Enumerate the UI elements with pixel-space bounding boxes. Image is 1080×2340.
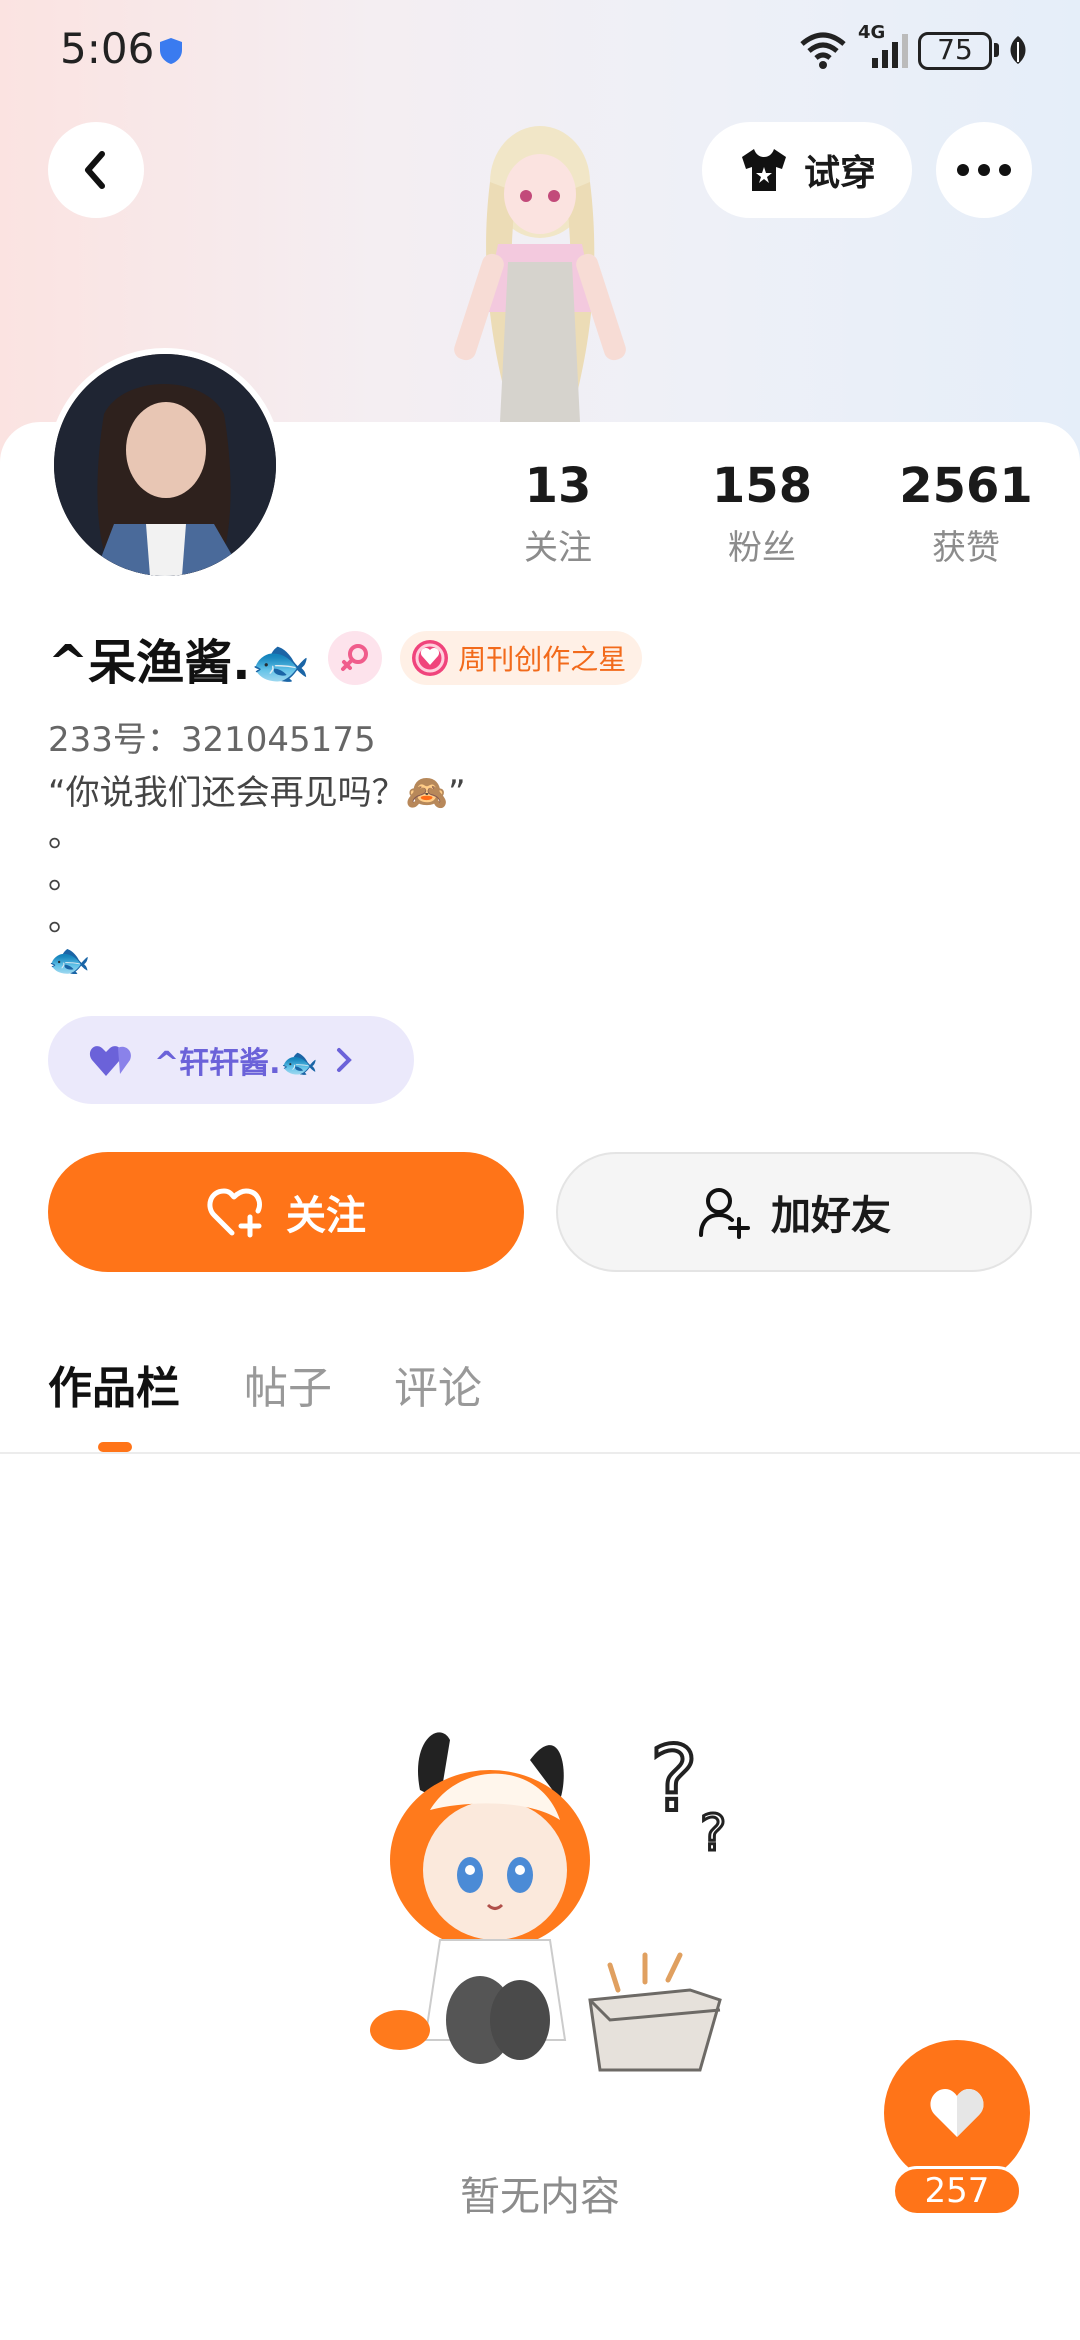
avatar-3d-figure (454, 126, 626, 422)
stat-label: 关注 (524, 528, 592, 568)
user-name: ^呆渔酱.🐟 (48, 635, 311, 691)
tab-works[interactable]: 作品栏 (48, 1352, 180, 1416)
stat-label: 粉丝 (728, 528, 796, 568)
shield-icon (160, 38, 182, 64)
user-bio: “你说我们还会再见吗？🙈” 。 。 。 🐟 (48, 772, 1028, 982)
follow-label: 关注 (286, 1193, 366, 1239)
creator-star-badge[interactable]: 周刊创作之星 (400, 631, 643, 685)
tab-posts[interactable]: 帖子 (244, 1352, 332, 1416)
stat-value: 2561 (899, 458, 1033, 514)
try-on-button[interactable]: 试穿 (702, 122, 912, 218)
try-on-label: 试穿 (803, 153, 876, 194)
battery-tip (994, 43, 999, 57)
cp-partner-link[interactable]: ^轩轩酱.🐟 (48, 1016, 414, 1104)
signal-icon (872, 34, 908, 68)
heart-icon (930, 2089, 984, 2137)
female-icon (341, 644, 369, 671)
badge-label: 周刊创作之星 (458, 643, 627, 676)
like-floating-button[interactable] (884, 2040, 1030, 2186)
more-dots-icon (957, 164, 1011, 176)
follow-button[interactable]: 关注 (48, 1152, 524, 1272)
status-bar: 5:06 4G 75 (0, 0, 1080, 100)
wifi-icon (800, 32, 846, 69)
bio-line: 。 (48, 815, 82, 855)
badge-icon (412, 640, 449, 676)
svg-text:?: ? (650, 1727, 698, 1832)
add-friend-label: 加好友 (771, 1193, 891, 1239)
bio-line: “你说我们还会再见吗？🙈” (48, 773, 466, 813)
heart-plus-icon (207, 1188, 262, 1238)
stat-value: 158 (711, 458, 813, 514)
profile-stats: 13 关注 158 粉丝 2561 获赞 (0, 458, 1080, 578)
chevron-right-icon (336, 1048, 352, 1072)
tab-comments[interactable]: 评论 (394, 1352, 482, 1416)
tab-indicator (98, 1442, 132, 1452)
add-user-icon (699, 1188, 750, 1239)
leaf-icon (1010, 36, 1026, 64)
stat-following[interactable]: 13 关注 (478, 458, 638, 569)
double-heart-icon (89, 1046, 131, 1076)
bio-line: 。 (48, 857, 82, 897)
stat-likes[interactable]: 2561 获赞 (886, 458, 1046, 569)
user-id: 233号：321045175 (48, 720, 376, 760)
gender-badge (328, 631, 383, 685)
more-button[interactable] (936, 122, 1032, 218)
bio-line: 。 (48, 899, 82, 939)
empty-state-illustration: ? ? (370, 1725, 728, 2072)
tshirt-icon (741, 149, 786, 191)
svg-text:?: ? (700, 1804, 727, 1862)
stat-value: 13 (524, 458, 592, 514)
stat-followers[interactable]: 158 粉丝 (682, 458, 842, 569)
tabs-divider (0, 1452, 1080, 1454)
cp-partner-name: ^轩轩酱.🐟 (154, 1046, 318, 1081)
stat-label: 获赞 (932, 528, 1000, 568)
add-friend-button[interactable]: 加好友 (556, 1152, 1032, 1272)
status-time: 5:06 (60, 24, 155, 73)
back-button[interactable] (48, 122, 144, 218)
name-row: ^呆渔酱.🐟 周刊创作之星 (48, 626, 643, 691)
bio-line: 🐟 (48, 941, 91, 981)
like-count-badge: 257 (892, 2166, 1022, 2216)
chevron-left-icon (85, 151, 105, 189)
battery-level: 75 (937, 33, 973, 66)
